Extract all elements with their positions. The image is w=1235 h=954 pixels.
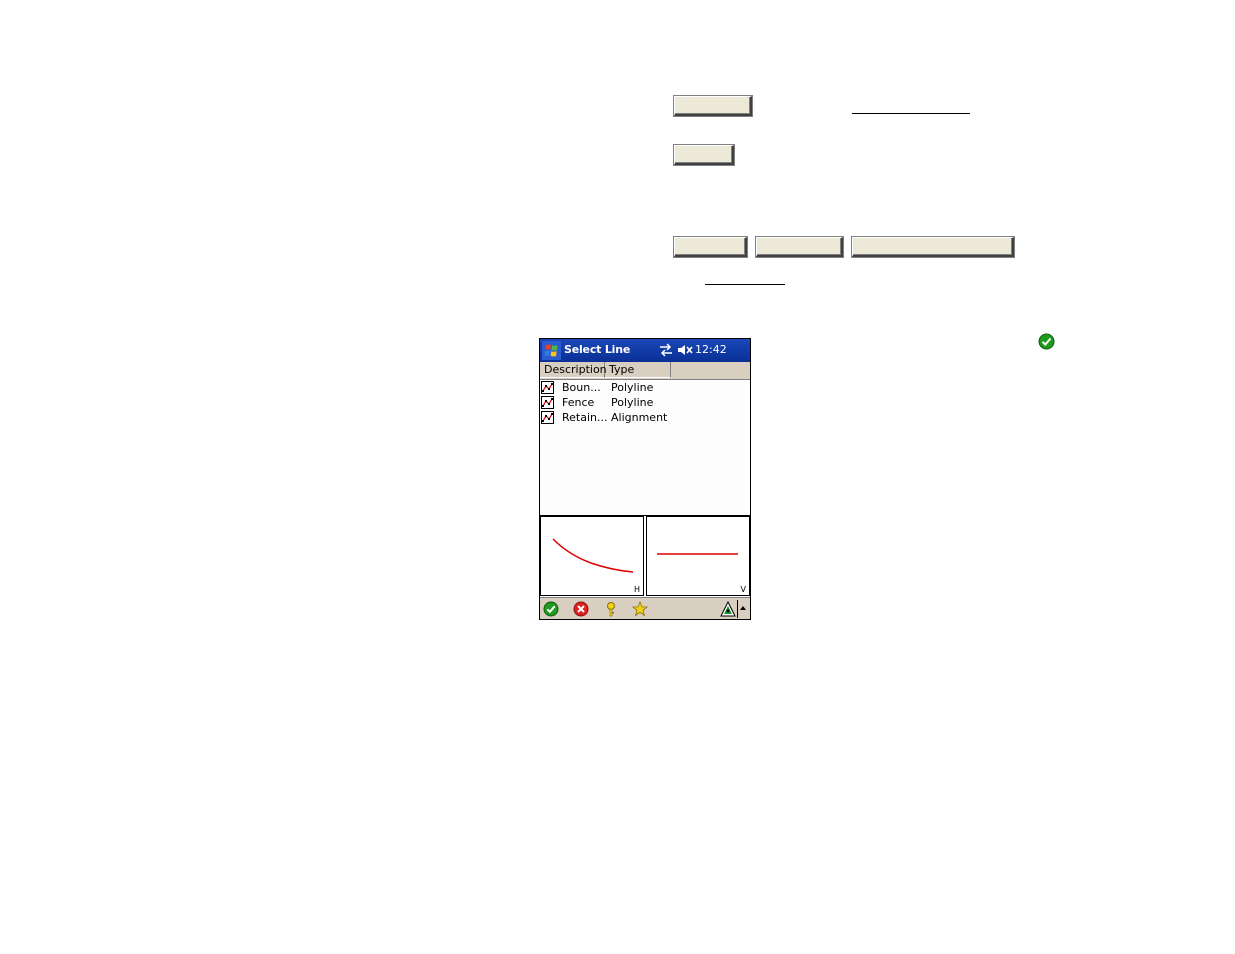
row-type: Polyline bbox=[611, 396, 654, 409]
cancel-x-icon[interactable] bbox=[573, 601, 589, 617]
help-key-icon[interactable] bbox=[603, 601, 619, 617]
doc-underline-1 bbox=[852, 113, 970, 114]
window-title: Select Line bbox=[564, 343, 631, 356]
row-description: Boun... bbox=[562, 381, 601, 394]
horizontal-view: H bbox=[540, 516, 644, 596]
favorite-star-icon[interactable] bbox=[632, 601, 648, 617]
list-item[interactable]: Fence Polyline bbox=[540, 395, 750, 410]
list-item[interactable]: Boun... Polyline bbox=[540, 380, 750, 395]
connection-arrows-icon[interactable] bbox=[659, 343, 673, 357]
column-header-type[interactable]: Type bbox=[605, 362, 671, 378]
bottom-toolbar bbox=[540, 597, 750, 619]
survey-triangle-icon[interactable] bbox=[720, 601, 736, 617]
doc-button-5[interactable] bbox=[852, 237, 1014, 257]
row-type: Polyline bbox=[611, 381, 654, 394]
windows-flag-icon[interactable] bbox=[542, 341, 561, 360]
vertical-view: V bbox=[646, 516, 750, 596]
vertical-profile bbox=[657, 553, 738, 555]
row-description: Fence bbox=[562, 396, 595, 409]
speaker-muted-icon[interactable] bbox=[677, 344, 693, 356]
up-arrow-icon[interactable] bbox=[738, 601, 748, 617]
doc-button-4[interactable] bbox=[756, 237, 843, 257]
doc-button-2[interactable] bbox=[674, 145, 734, 165]
column-header-description[interactable]: Description bbox=[540, 362, 607, 378]
accept-check-icon[interactable] bbox=[543, 601, 559, 617]
pda-screen: Select Line 12:42 Description Type Boun.… bbox=[539, 338, 751, 620]
doc-button-1[interactable] bbox=[674, 96, 752, 116]
doc-underline-2 bbox=[705, 284, 785, 285]
line-icon bbox=[541, 396, 554, 409]
doc-button-3[interactable] bbox=[674, 237, 747, 257]
title-bar: Select Line 12:42 bbox=[540, 339, 750, 362]
clock[interactable]: 12:42 bbox=[695, 343, 727, 356]
horizontal-label: H bbox=[633, 585, 640, 594]
list-item[interactable]: Retain... Alignment bbox=[540, 410, 750, 425]
row-description: Retain... bbox=[562, 411, 608, 424]
vertical-label: V bbox=[740, 585, 746, 594]
line-icon bbox=[541, 411, 554, 424]
horizontal-curve bbox=[552, 538, 634, 573]
green-check-icon bbox=[1038, 333, 1055, 350]
line-list[interactable]: Boun... Polyline Fence Polyline Retain..… bbox=[540, 380, 750, 516]
list-header: Description Type bbox=[540, 362, 750, 380]
row-type: Alignment bbox=[611, 411, 668, 424]
line-icon bbox=[541, 381, 554, 394]
